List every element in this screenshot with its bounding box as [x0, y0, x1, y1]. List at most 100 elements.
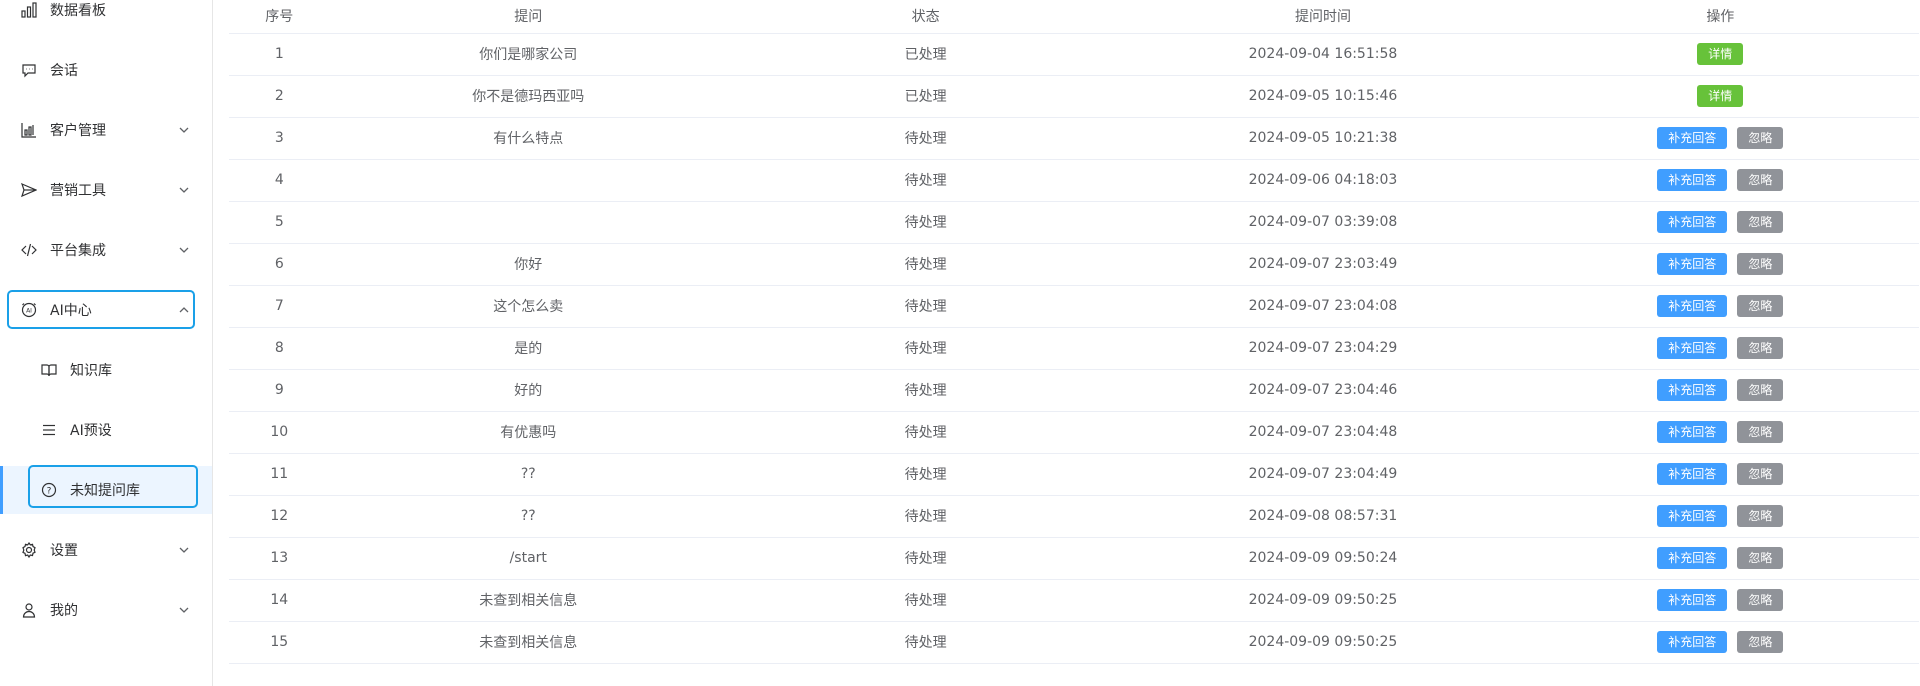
cell-no: 13 [229, 537, 330, 580]
customer-chart-icon [20, 121, 38, 139]
svg-text:?: ? [47, 487, 52, 497]
send-icon [20, 181, 38, 199]
supplement-answer-button[interactable]: 补充回答 [1657, 631, 1728, 653]
supplement-answer-button[interactable]: 补充回答 [1657, 211, 1728, 233]
sidebar-item-chat[interactable]: 会话 [0, 46, 212, 94]
table-row: 9 好的 待处理 2024-09-07 23:04:46 补充回答 忽略 [229, 369, 1919, 412]
cell-actions: 补充回答 忽略 [1521, 285, 1919, 328]
cell-no: 4 [229, 159, 330, 202]
cell-time: 2024-09-05 10:15:46 [1124, 75, 1522, 118]
sidebar-item-customers[interactable]: 客户管理 [0, 106, 212, 154]
sidebar-item-label: 知识库 [70, 363, 112, 379]
sidebar-item-label: 设置 [50, 543, 78, 559]
supplement-answer-button[interactable]: 补充回答 [1657, 463, 1728, 485]
detail-button[interactable]: 详情 [1697, 85, 1744, 107]
detail-button[interactable]: 详情 [1697, 43, 1744, 65]
ignore-button[interactable]: 忽略 [1737, 169, 1784, 191]
ignore-button[interactable]: 忽略 [1737, 505, 1784, 527]
table-header-row: 序号 提问 状态 提问时间 操作 [229, 0, 1919, 34]
supplement-answer-button[interactable]: 补充回答 [1657, 169, 1728, 191]
chevron-up-icon [178, 304, 190, 316]
sidebar-item-knowledge-base[interactable]: 知识库 [0, 346, 212, 394]
ignore-button[interactable]: 忽略 [1737, 421, 1784, 443]
cell-actions: 补充回答 忽略 [1521, 369, 1919, 412]
ignore-button[interactable]: 忽略 [1737, 631, 1784, 653]
cell-status: 待处理 [726, 453, 1125, 496]
supplement-answer-button[interactable]: 补充回答 [1657, 337, 1728, 359]
supplement-answer-button[interactable]: 补充回答 [1657, 127, 1728, 149]
cell-question [329, 201, 727, 244]
sidebar-item-dashboard[interactable]: 数据看板 [0, 0, 212, 34]
cell-status: 待处理 [726, 537, 1125, 580]
ignore-button[interactable]: 忽略 [1737, 127, 1784, 149]
column-header-status: 状态 [726, 0, 1125, 34]
cell-status: 待处理 [726, 327, 1125, 370]
table-row: 13/start 待处理 2024-09-09 09:50:24 补充回答 忽略 [229, 537, 1919, 580]
sidebar-item-integration[interactable]: 平台集成 [0, 226, 212, 274]
ignore-button[interactable]: 忽略 [1737, 463, 1784, 485]
table-row: 5 待处理 2024-09-07 03:39:08 补充回答 忽略 [229, 201, 1919, 244]
cell-no: 15 [229, 621, 330, 664]
supplement-answer-button[interactable]: 补充回答 [1657, 379, 1728, 401]
table-row: 8 是的 待处理 2024-09-07 23:04:29 补充回答 忽略 [229, 327, 1919, 370]
table-row: 2 你不是德玛西亚吗 已处理 2024-09-05 10:15:46 详情 [229, 75, 1919, 118]
cell-question: 你们是哪家公司 [329, 33, 727, 76]
cell-actions: 详情 [1521, 75, 1919, 118]
sidebar-item-label: 营销工具 [50, 183, 106, 199]
column-header-actions: 操作 [1521, 0, 1919, 34]
supplement-answer-button[interactable]: 补充回答 [1657, 421, 1728, 443]
cell-time: 2024-09-04 16:51:58 [1124, 33, 1522, 76]
table-row: 15 未查到相关信息 待处理 2024-09-09 09:50:25 补充回答 忽略 [229, 621, 1919, 664]
cell-actions: 补充回答 忽略 [1521, 117, 1919, 160]
cell-time: 2024-09-09 09:50:25 [1124, 621, 1522, 664]
sidebar-item-settings[interactable]: 设置 [0, 526, 212, 574]
ignore-button[interactable]: 忽略 [1737, 547, 1784, 569]
cell-question [329, 159, 727, 202]
supplement-answer-button[interactable]: 补充回答 [1657, 505, 1728, 527]
cell-actions: 补充回答 忽略 [1521, 411, 1919, 454]
supplement-answer-button[interactable]: 补充回答 [1657, 253, 1728, 275]
cell-actions: 补充回答 忽略 [1521, 159, 1919, 202]
supplement-answer-button[interactable]: 补充回答 [1657, 589, 1728, 611]
cell-status: 待处理 [726, 117, 1125, 160]
sidebar-item-mine[interactable]: 我的 [0, 586, 212, 634]
gear-icon [20, 541, 38, 559]
cell-question: 未查到相关信息 [329, 579, 727, 622]
cell-status: 待处理 [726, 369, 1125, 412]
cell-time: 2024-09-07 23:04:08 [1124, 285, 1522, 328]
table-row: 6 你好 待处理 2024-09-07 23:03:49 补充回答 忽略 [229, 243, 1919, 286]
table-row: 3 有什么特点 待处理 2024-09-05 10:21:38 补充回答 忽略 [229, 117, 1919, 160]
cell-actions: 补充回答 忽略 [1521, 453, 1919, 496]
sidebar-item-marketing[interactable]: 营销工具 [0, 166, 212, 214]
list-icon [40, 421, 58, 439]
ignore-button[interactable]: 忽略 [1737, 589, 1784, 611]
ignore-button[interactable]: 忽略 [1737, 253, 1784, 275]
cell-time: 2024-09-07 23:04:46 [1124, 369, 1522, 412]
ignore-button[interactable]: 忽略 [1737, 379, 1784, 401]
chevron-down-icon [178, 124, 190, 136]
ignore-button[interactable]: 忽略 [1737, 295, 1784, 317]
ignore-button[interactable]: 忽略 [1737, 337, 1784, 359]
supplement-answer-button[interactable]: 补充回答 [1657, 547, 1728, 569]
cell-actions: 补充回答 忽略 [1521, 579, 1919, 622]
cell-actions: 补充回答 忽略 [1521, 621, 1919, 664]
main-content: 序号 提问 状态 提问时间 操作 1 你们是哪家公司 已处理 2024-09-04 1… [213, 0, 1920, 686]
cell-question: ?? [329, 495, 727, 538]
cell-time: 2024-09-06 04:18:03 [1124, 159, 1522, 202]
cell-time: 2024-09-07 23:04:29 [1124, 327, 1522, 370]
chevron-down-icon [178, 544, 190, 556]
sidebar-item-ai-center[interactable]: AI AI中心 [0, 286, 212, 334]
column-header-question: 提问 [329, 0, 727, 34]
cell-status: 待处理 [726, 579, 1125, 622]
supplement-answer-button[interactable]: 补充回答 [1657, 295, 1728, 317]
sidebar-item-ai-preset[interactable]: AI预设 [0, 406, 212, 454]
svg-text:AI: AI [26, 308, 32, 315]
table-row: 12?? 待处理 2024-09-08 08:57:31 补充回答 忽略 [229, 495, 1919, 538]
cell-no: 5 [229, 201, 330, 244]
cell-question: 有什么特点 [329, 117, 727, 160]
unknown-questions-table: 序号 提问 状态 提问时间 操作 1 你们是哪家公司 已处理 2024-09-04 1… [229, 0, 1919, 664]
book-icon [40, 361, 58, 379]
ignore-button[interactable]: 忽略 [1737, 211, 1784, 233]
sidebar-item-unknown-questions[interactable]: ? 未知提问库 [0, 466, 212, 514]
cell-time: 2024-09-05 10:21:38 [1124, 117, 1522, 160]
